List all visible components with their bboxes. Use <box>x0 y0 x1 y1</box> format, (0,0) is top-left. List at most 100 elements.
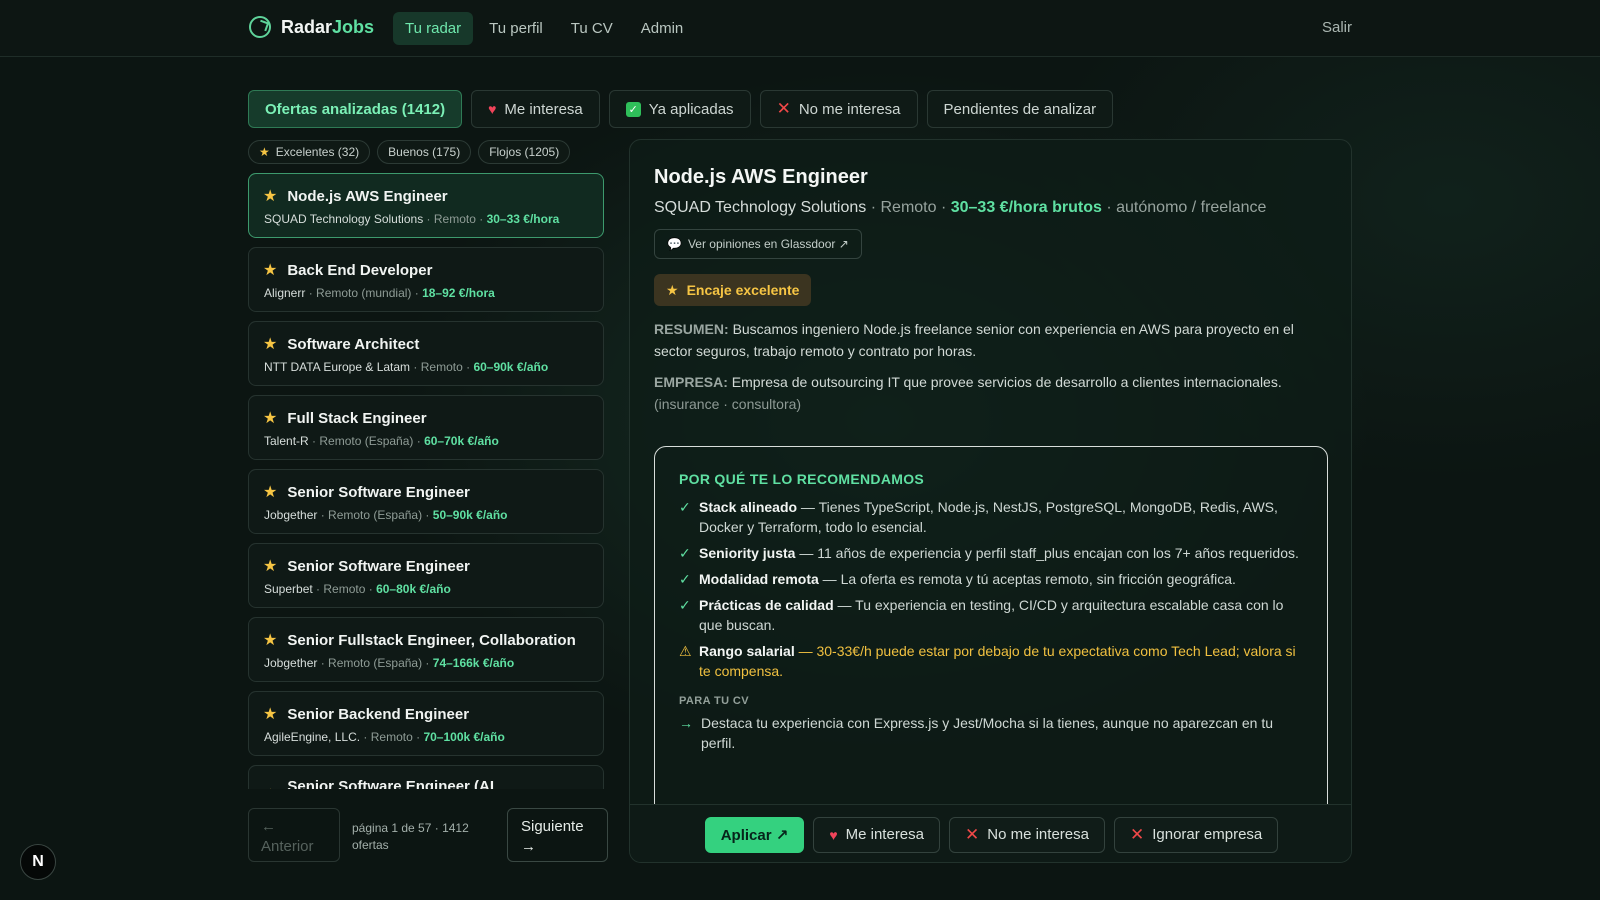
not-interested-label: No me interesa <box>987 826 1089 843</box>
filter-good[interactable]: Buenos (175) <box>377 140 472 164</box>
job-meta: AgileEngine, LLC. · Remoto · 70–100k €/a… <box>264 730 505 744</box>
prev-page-button[interactable]: ← Anterior <box>248 808 340 862</box>
ignore-company-label: Ignorar empresa <box>1152 826 1263 843</box>
filter-weak-label: Flojos (1205) <box>489 145 560 159</box>
interested-button[interactable]: ♥ Me interesa <box>813 816 940 853</box>
job-title: Software Architect <box>287 335 420 353</box>
filter-good-label: Buenos (175) <box>388 145 461 159</box>
next-page-label: Siguiente <box>521 818 584 835</box>
star-icon: ★ <box>263 484 278 501</box>
job-title: Senior Software Engineer <box>287 557 470 575</box>
tab-interested-label: Me interesa <box>504 100 583 118</box>
star-icon: ★ <box>263 706 278 723</box>
detail-company-desc: EMPRESA: Empresa de outsourcing IT que p… <box>654 374 1282 412</box>
job-meta: Superbet · Remoto · 60–80k €/año <box>264 582 451 596</box>
arrow-right-icon: → <box>521 837 536 855</box>
job-title: Back End Developer <box>287 261 433 279</box>
ignore-company-button[interactable]: ✕ Ignorar empresa <box>1113 816 1279 853</box>
star-icon: ★ <box>263 632 278 649</box>
job-card[interactable]: ★ Senior Software Engineer Jobgether · Re… <box>248 469 604 534</box>
detail-summary: RESUMEN: Buscamos ingeniero Node.js free… <box>654 321 1294 359</box>
job-card[interactable]: ★ Senior Backend Engineer AgileEngine, LL… <box>248 691 604 756</box>
interested-label: Me interesa <box>845 826 924 843</box>
brand-name: RadarJobs <box>281 16 375 37</box>
job-card[interactable]: ★ Senior Fullstack Engineer, Collaboratio… <box>248 617 604 682</box>
job-card[interactable]: ★ Back End Developer Alignerr · Remoto (m… <box>248 247 604 312</box>
x-icon: ✕ <box>776 99 791 118</box>
job-card[interactable]: ★ Full Stack Engineer Talent-R · Remoto (… <box>248 395 604 460</box>
glassdoor-label: Ver opiniones en Glassdoor ↗ <box>687 237 849 251</box>
reason-item: ✓ Prácticas de calidad — Tu experiencia e… <box>679 597 1284 633</box>
job-meta: Jobgether · Remoto (España) · 50–90k €/a… <box>264 508 508 522</box>
top-navigation: RadarJobs Tu radar Tu perfil Tu CV Admin… <box>0 0 1600 57</box>
floating-badge[interactable]: N <box>20 844 56 880</box>
star-icon: ★ <box>263 785 277 789</box>
tab-applied-label: Ya aplicadas <box>648 100 734 118</box>
job-title: Senior Backend Engineer <box>287 705 470 723</box>
detail-subtitle: SQUAD Technology Solutions · Remoto · 30… <box>654 199 1267 216</box>
apply-label: Aplicar ↗ <box>720 826 789 844</box>
nav-admin[interactable]: Admin <box>629 12 696 45</box>
tab-analyzed-label: Ofertas analizadas (1412) <box>265 100 446 118</box>
star-icon: ★ <box>666 281 679 298</box>
fit-badge-label: Encaje excelente <box>686 282 800 298</box>
job-title: Senior Software Engineer <box>287 483 470 501</box>
star-icon: ★ <box>259 145 270 159</box>
heart-icon: ♥ <box>829 826 838 843</box>
quality-filters: ★ Excelentes (32) Buenos (175) Flojos (12… <box>248 140 571 164</box>
check-icon: ✓ <box>679 545 691 561</box>
job-meta: SQUAD Technology Solutions · Remoto · 30… <box>264 212 560 226</box>
prev-page-label: Anterior <box>261 837 314 855</box>
glassdoor-link[interactable]: 💬 Ver opiniones en Glassdoor ↗ <box>654 229 862 259</box>
heart-icon: ♥ <box>488 101 497 117</box>
detail-salary: 30–33 €/hora brutos <box>950 199 1102 216</box>
reason-item: ✓ Seniority justa — 11 años de experienci… <box>679 545 1299 561</box>
brand[interactable]: RadarJobs <box>249 16 374 38</box>
detail-company: SQUAD Technology Solutions <box>654 199 867 216</box>
job-title: Senior Software Engineer (AI Infrastruct… <box>287 778 495 789</box>
filter-excellent[interactable]: ★ Excelentes (32) <box>248 140 371 164</box>
nav-tu-perfil[interactable]: Tu perfil <box>477 12 555 45</box>
tab-applied[interactable]: ✓ Ya aplicadas <box>608 90 751 128</box>
tab-not-interested[interactable]: ✕ No me interesa <box>759 90 918 128</box>
reason-item: ✓ Modalidad remota — La oferta es remota … <box>679 571 1236 587</box>
not-interested-button[interactable]: ✕ No me interesa <box>949 816 1105 853</box>
check-icon: ✓ <box>679 499 691 515</box>
job-title: Node.js AWS Engineer <box>287 187 448 205</box>
star-icon: ★ <box>263 188 278 205</box>
nav-tu-radar[interactable]: Tu radar <box>393 12 474 45</box>
logout-link[interactable]: Salir <box>1322 19 1352 36</box>
x-icon: ✕ <box>965 824 980 844</box>
tab-pending[interactable]: Pendientes de analizar <box>926 90 1114 128</box>
chat-icon: 💬 <box>667 237 682 251</box>
x-icon: ✕ <box>1129 824 1145 844</box>
tab-analyzed[interactable]: Ofertas analizadas (1412) <box>248 90 463 128</box>
tab-interested[interactable]: ♥ Me interesa <box>471 90 600 128</box>
detail-location: Remoto <box>880 199 937 216</box>
check-icon: ✓ <box>679 597 691 613</box>
nav-tu-cv[interactable]: Tu CV <box>559 12 625 45</box>
job-title: Senior Fullstack Engineer, Collaboration <box>287 631 576 649</box>
job-detail-panel: Node.js AWS Engineer SQUAD Technology So… <box>629 139 1352 863</box>
job-meta: Talent-R · Remoto (España) · 60–70k €/añ… <box>264 434 499 448</box>
job-title: Full Stack Engineer <box>287 409 427 427</box>
star-icon: ★ <box>263 410 278 427</box>
next-page-button[interactable]: Siguiente → <box>507 808 608 862</box>
apply-button[interactable]: Aplicar ↗ <box>704 816 805 853</box>
detail-contract: autónomo / freelance <box>1116 199 1267 216</box>
radar-logo-icon <box>249 16 271 38</box>
star-icon: ★ <box>263 558 278 575</box>
cv-heading: PARA TU CV <box>679 695 749 707</box>
recommendation-box: POR QUÉ TE LO RECOMENDAMOS ✓ Stack alinea… <box>654 446 1328 846</box>
filter-excellent-label: Excelentes (32) <box>275 145 360 159</box>
check-icon: ✓ <box>625 101 641 117</box>
job-card[interactable]: ★ Senior Software Engineer Superbet · Rem… <box>248 543 604 608</box>
filter-weak[interactable]: Flojos (1205) <box>478 140 571 164</box>
job-card[interactable]: ★ Senior Software Engineer (AI Infrastruc… <box>248 765 604 789</box>
job-card[interactable]: ★ Software Architect NTT DATA Europe & La… <box>248 321 604 386</box>
job-meta: Jobgether · Remoto (España) · 74–166k €/… <box>264 656 515 670</box>
status-tabs: Ofertas analizadas (1412) ♥ Me interesa ✓… <box>248 90 1114 128</box>
job-card[interactable]: ★ Node.js AWS Engineer SQUAD Technology S… <box>248 173 604 238</box>
cv-tip: → Destaca tu experiencia con Express.js y… <box>679 715 1273 751</box>
check-icon: ✓ <box>679 571 691 587</box>
